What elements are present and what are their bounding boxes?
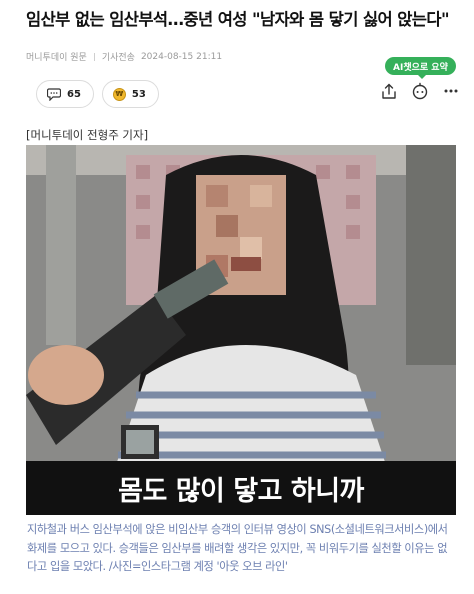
comments-button[interactable]: 65 [36,80,94,108]
share-button[interactable] [380,80,398,102]
article-meta: 머니투데이 원문 기사전송 2024-08-15 21:11 [26,50,223,64]
share-icon [382,83,396,99]
author-label: 기사전송 [101,53,135,63]
meta-divider [93,52,95,61]
coin-button[interactable]: ₩ 53 [101,80,159,108]
photo-caption: 지하철과 버스 임산부석에 앉은 비임산부 승객의 인터뷰 영상이 SNS(소셜… [27,523,448,573]
ai-chat-icon [412,82,428,100]
article-toolbar [380,80,460,102]
coin-count: 53 [131,88,146,100]
article-photo: 몸도 많이 닿고 하니까 [26,145,456,515]
byline: [머니투데이 전형주 기자] [26,128,149,142]
photo-subtitle: 몸도 많이 닿고 하니까 [118,475,364,507]
timestamp: 2024-08-15 21:11 [140,51,223,62]
source-link[interactable]: 머니투데이 원문 [26,50,87,63]
more-button[interactable] [442,80,460,102]
photo-subtitle-bar: 몸도 많이 닿고 하니까 [26,461,456,515]
article-headline: 임산부 없는 임산부석…중년 여성 "남자와 몸 닿기 싫어 앉는다" [26,10,450,29]
coin-icon: ₩ [112,87,126,101]
ai-chat-button[interactable] [411,80,429,102]
ai-summary-badge[interactable]: AI챗으로 요약 [385,57,456,79]
comment-icon [47,87,61,101]
comments-count: 65 [67,88,81,100]
subway-interview-photo [26,145,456,515]
reaction-bar: 65 ₩ 53 [36,80,159,108]
more-icon [444,89,458,93]
